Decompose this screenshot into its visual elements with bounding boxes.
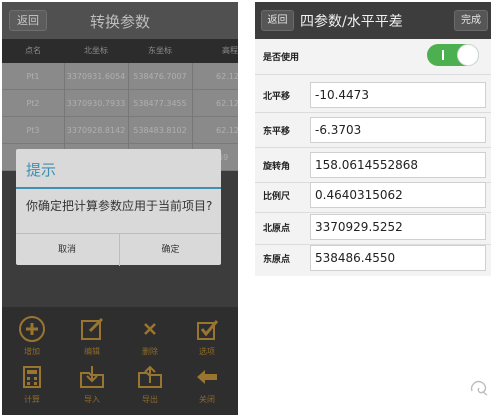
cell-north: 3370928.8142 [66, 126, 126, 135]
scale-label: 比例尺 [263, 192, 291, 202]
cell-name: Pt1 [26, 72, 40, 81]
toggle-on-indicator [442, 50, 444, 60]
close-button[interactable]: 关闭 [182, 363, 232, 413]
confirm-dialog: 提示 你确定把计算参数应用于当前项目? 取消 确定 [16, 149, 221, 266]
dialog-title: 提示 [26, 161, 57, 179]
toggle-knob [457, 44, 479, 66]
scale-input[interactable]: 0.4640315062 [310, 182, 486, 208]
import-folder-icon [80, 366, 104, 388]
checkbox-icon [197, 320, 219, 340]
right-title-bar: 返回 四参数/水平平差 完成 [255, 2, 491, 39]
left-page-title: 转换参数 [89, 13, 150, 31]
right-screen: 返回 四参数/水平平差 完成 是否使用 北平移 -10.4473 东平移 -6.… [255, 2, 491, 276]
column-header-east: 东坐标 [148, 46, 172, 55]
east-origin-input[interactable]: 538486.4550 [310, 245, 486, 271]
cell-height: 62.12 [216, 126, 238, 135]
calculate-button[interactable]: 计算 [7, 363, 57, 413]
use-parameters-row: 是否使用 [255, 39, 491, 75]
export-label: 导出 [142, 395, 158, 404]
east-origin-label: 东原点 [263, 255, 291, 265]
export-folder-icon [138, 365, 162, 388]
edit-icon [81, 317, 104, 340]
use-parameters-label: 是否使用 [263, 53, 300, 63]
options-button[interactable]: 选项 [182, 315, 232, 365]
right-back-button[interactable]: 返回 [261, 10, 294, 31]
table-row[interactable]: Pt2 3370930.7933 538477.3455 62.12 [2, 90, 238, 117]
table-row[interactable]: Pt3 3370928.8142 538483.8102 62.12 [2, 117, 238, 144]
dialog-message: 你确定把计算参数应用于当前项目? [26, 199, 213, 213]
field-row-east-origin: 东原点 538486.4550 [255, 241, 491, 276]
column-header-height: 高程 [222, 46, 238, 55]
watermark-logo-icon [470, 380, 488, 396]
cell-name: Pt2 [26, 99, 40, 108]
add-button[interactable]: 增加 [7, 315, 57, 365]
export-button[interactable]: 导出 [125, 363, 175, 413]
east-shift-input[interactable]: -6.3703 [310, 117, 486, 143]
left-screen: 返回 转换参数 点名 北坐标 东坐标 高程 Pt1 3370931.6054 5… [2, 2, 238, 415]
field-row-scale: 比例尺 0.4640315062 [255, 178, 491, 213]
close-label: 关闭 [199, 395, 215, 404]
calculator-icon [23, 366, 41, 388]
east-shift-label: 东平移 [263, 127, 291, 137]
right-page-title: 四参数/水平平差 [300, 14, 403, 30]
dialog-button-bar: 取消 确定 [16, 233, 221, 266]
cell-east: 538477.3455 [133, 99, 187, 108]
cell-height: 69 [218, 153, 229, 162]
cell-north: 3370930.7933 [66, 99, 126, 108]
plus-circle-icon [19, 316, 45, 342]
dialog-divider [16, 187, 221, 189]
edit-button[interactable]: 编辑 [67, 315, 117, 365]
north-shift-input[interactable]: -10.4473 [310, 82, 486, 108]
ok-button[interactable]: 确定 [119, 234, 221, 266]
rotation-label: 旋转角 [263, 162, 291, 172]
cell-height: 62.12 [216, 99, 238, 108]
column-header-north: 北坐标 [84, 46, 108, 55]
bottom-toolbar: 增加 编辑 删除 选项 计算 导入 导出 关闭 [2, 307, 238, 415]
cell-east: 538483.8102 [133, 126, 187, 135]
cancel-button[interactable]: 取消 [16, 234, 118, 266]
rotation-input[interactable]: 158.0614552868 [310, 152, 486, 178]
column-header-name: 点名 [25, 46, 41, 55]
north-origin-input[interactable]: 3370929.5252 [310, 214, 486, 240]
cell-north: 3370931.6054 [66, 72, 126, 81]
delete-button[interactable]: 删除 [125, 315, 175, 365]
cell-name: Pt3 [26, 126, 40, 135]
add-label: 增加 [24, 347, 40, 356]
use-parameters-toggle[interactable] [427, 44, 479, 66]
table-header: 点名 北坐标 东坐标 高程 [2, 39, 238, 63]
table-row[interactable]: Pt1 3370931.6054 538476.7007 62.12 [2, 63, 238, 90]
field-row-east-shift: 东平移 -6.3703 [255, 113, 491, 148]
left-title-bar: 返回 转换参数 [2, 2, 238, 39]
north-origin-label: 北原点 [263, 224, 291, 234]
back-arrow-icon [197, 370, 217, 384]
delete-x-icon [144, 323, 156, 335]
import-button[interactable]: 导入 [67, 363, 117, 413]
north-shift-label: 北平移 [263, 92, 291, 102]
options-label: 选项 [199, 347, 215, 356]
cell-east: 538476.7007 [133, 72, 187, 81]
calculate-label: 计算 [24, 395, 40, 404]
field-row-north-origin: 北原点 3370929.5252 [255, 210, 491, 245]
done-button[interactable]: 完成 [454, 10, 488, 31]
cell-height: 62.12 [216, 72, 238, 81]
delete-label: 删除 [142, 347, 158, 356]
edit-label: 编辑 [84, 347, 100, 356]
field-row-north-shift: 北平移 -10.4473 [255, 78, 491, 113]
import-label: 导入 [84, 395, 100, 404]
